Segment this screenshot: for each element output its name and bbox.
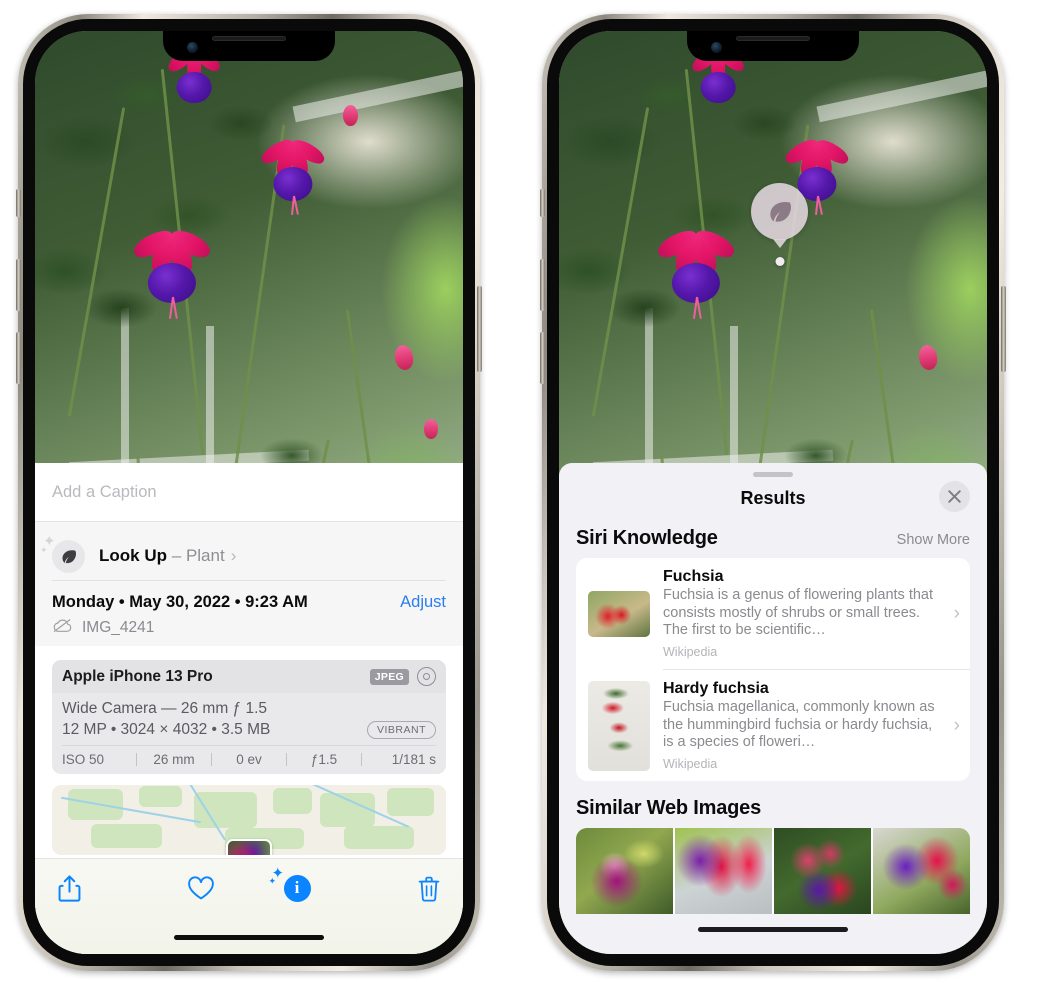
leaf-icon bbox=[751, 183, 808, 240]
mute-switch-left[interactable] bbox=[16, 189, 21, 217]
sparkle-small-icon: ✦ bbox=[268, 875, 277, 886]
web-image-thumbnail[interactable] bbox=[675, 828, 774, 915]
badge-pointer bbox=[772, 239, 787, 248]
share-button[interactable] bbox=[57, 874, 153, 903]
siri-knowledge-header: Siri Knowledge Show More bbox=[559, 519, 987, 558]
photo-detail-sheet: Add a Caption ✦ ✦ Look Up – Plant › Mond… bbox=[35, 463, 463, 954]
power-button-left[interactable] bbox=[477, 286, 482, 372]
close-button[interactable] bbox=[939, 481, 970, 512]
exif-stat-shutter: 1/181 s bbox=[391, 752, 436, 767]
earpiece-speaker bbox=[212, 36, 286, 41]
caption-input-row[interactable]: Add a Caption bbox=[35, 463, 463, 521]
photo-location-pin[interactable] bbox=[226, 839, 272, 855]
chevron-right-icon: › bbox=[230, 546, 237, 565]
volume-down-button-right[interactable] bbox=[540, 332, 545, 384]
photographic-style-badge: VIBRANT bbox=[366, 721, 436, 739]
look-up-block: ✦ ✦ Look Up – Plant › bbox=[35, 522, 463, 581]
similar-web-images-strip bbox=[576, 828, 970, 915]
web-image-thumbnail[interactable] bbox=[774, 828, 873, 915]
visual-lookup-badge[interactable] bbox=[751, 183, 808, 266]
knowledge-source: Wikipedia bbox=[663, 757, 718, 772]
exif-card[interactable]: Apple iPhone 13 Pro JPEG Wide Camera — 2… bbox=[52, 660, 446, 774]
file-name: IMG_4241 bbox=[82, 619, 155, 636]
section-title-siri-knowledge: Siri Knowledge bbox=[576, 527, 718, 549]
volume-up-button-right[interactable] bbox=[540, 259, 545, 311]
chevron-right-icon: › bbox=[953, 714, 960, 736]
look-up-row[interactable]: ✦ ✦ Look Up – Plant › bbox=[40, 532, 446, 580]
home-indicator bbox=[174, 935, 324, 940]
web-image-thumbnail[interactable] bbox=[873, 828, 970, 915]
similar-web-images-header: Similar Web Images bbox=[559, 781, 987, 828]
mute-switch-right[interactable] bbox=[540, 189, 545, 217]
results-sheet: Results Siri Knowledge Show More Fuchsia… bbox=[559, 463, 987, 954]
home-indicator bbox=[698, 927, 848, 932]
exif-stat-aperture: ƒ1.5 bbox=[310, 752, 338, 767]
knowledge-item-fuchsia[interactable]: Fuchsia Fuchsia is a genus of flowering … bbox=[576, 558, 970, 669]
results-title: Results bbox=[740, 487, 806, 508]
knowledge-title: Hardy fuchsia bbox=[663, 680, 769, 698]
image-size-info: 12 MP • 3024 × 4032 • 3.5 MB bbox=[62, 721, 271, 738]
info-button[interactable]: ✦ ✦ i bbox=[249, 866, 345, 902]
volume-down-button-left[interactable] bbox=[16, 332, 21, 384]
look-up-subject: Plant bbox=[185, 546, 225, 565]
lens-info: Wide Camera — 26 mm ƒ 1.5 bbox=[62, 700, 268, 717]
iphone-right: Results Siri Knowledge Show More Fuchsia… bbox=[540, 14, 1006, 971]
info-sparkle-icon: i bbox=[283, 874, 311, 902]
sparkle-small-icon: ✦ bbox=[40, 544, 48, 555]
metadata-block: Monday • May 30, 2022 • 9:23 AM Adjust I… bbox=[35, 581, 463, 646]
front-camera-icon bbox=[187, 42, 198, 53]
knowledge-description: Fuchsia is a genus of flowering plants t… bbox=[663, 587, 934, 639]
power-button-right[interactable] bbox=[1001, 286, 1006, 372]
screen-left: Add a Caption ✦ ✦ Look Up – Plant › Mond… bbox=[35, 31, 463, 954]
knowledge-title: Fuchsia bbox=[663, 568, 724, 585]
photo-toolbar: ✦ ✦ i bbox=[35, 858, 463, 954]
exif-stat-ev: 0 ev bbox=[236, 752, 262, 767]
device-name: Apple iPhone 13 Pro bbox=[62, 667, 213, 685]
adjust-button[interactable]: Adjust bbox=[400, 593, 446, 612]
look-up-dash: – bbox=[171, 546, 182, 565]
knowledge-source: Wikipedia bbox=[663, 645, 718, 660]
screen-right: Results Siri Knowledge Show More Fuchsia… bbox=[559, 31, 987, 954]
front-camera-icon bbox=[711, 42, 722, 53]
result-thumbnail bbox=[588, 590, 650, 637]
chevron-right-icon: › bbox=[953, 602, 960, 624]
favorite-button[interactable] bbox=[153, 875, 249, 901]
location-map[interactable] bbox=[52, 785, 446, 855]
notch-right bbox=[687, 31, 859, 61]
knowledge-item-hardy-fuchsia[interactable]: Hardy fuchsia Fuchsia magellanica, commo… bbox=[576, 670, 970, 781]
exif-stat-iso: ISO 50 bbox=[62, 752, 105, 767]
iphone-left: Add a Caption ✦ ✦ Look Up – Plant › Mond… bbox=[16, 14, 482, 971]
look-up-text: Look Up bbox=[99, 546, 167, 565]
section-title-similar-web-images: Similar Web Images bbox=[576, 797, 761, 820]
knowledge-description: Fuchsia magellanica, commonly known as t… bbox=[663, 699, 935, 751]
earpiece-speaker bbox=[736, 36, 810, 41]
show-more-button[interactable]: Show More bbox=[897, 532, 970, 548]
format-badge: JPEG bbox=[369, 668, 409, 685]
lens-icon bbox=[417, 667, 436, 686]
siri-knowledge-card: Fuchsia Fuchsia is a genus of flowering … bbox=[576, 558, 970, 782]
exif-stat-focal: 26 mm bbox=[153, 752, 195, 767]
delete-button[interactable] bbox=[345, 875, 441, 902]
result-thumbnail bbox=[588, 680, 650, 771]
capture-date: Monday • May 30, 2022 • 9:23 AM bbox=[52, 593, 308, 611]
leaf-icon: ✦ ✦ bbox=[40, 534, 85, 573]
badge-anchor-dot bbox=[775, 257, 784, 266]
web-image-thumbnail[interactable] bbox=[576, 828, 675, 915]
screenshot-root: Add a Caption ✦ ✦ Look Up – Plant › Mond… bbox=[0, 0, 1055, 985]
cloud-slash-icon bbox=[52, 618, 73, 638]
volume-up-button-left[interactable] bbox=[16, 259, 21, 311]
notch-left bbox=[163, 31, 335, 61]
caption-placeholder: Add a Caption bbox=[52, 482, 157, 501]
look-up-label: Look Up – Plant bbox=[99, 546, 225, 566]
exif-stats-row: ISO 50 26 mm 0 ev ƒ1.5 1/181 s bbox=[52, 746, 446, 774]
